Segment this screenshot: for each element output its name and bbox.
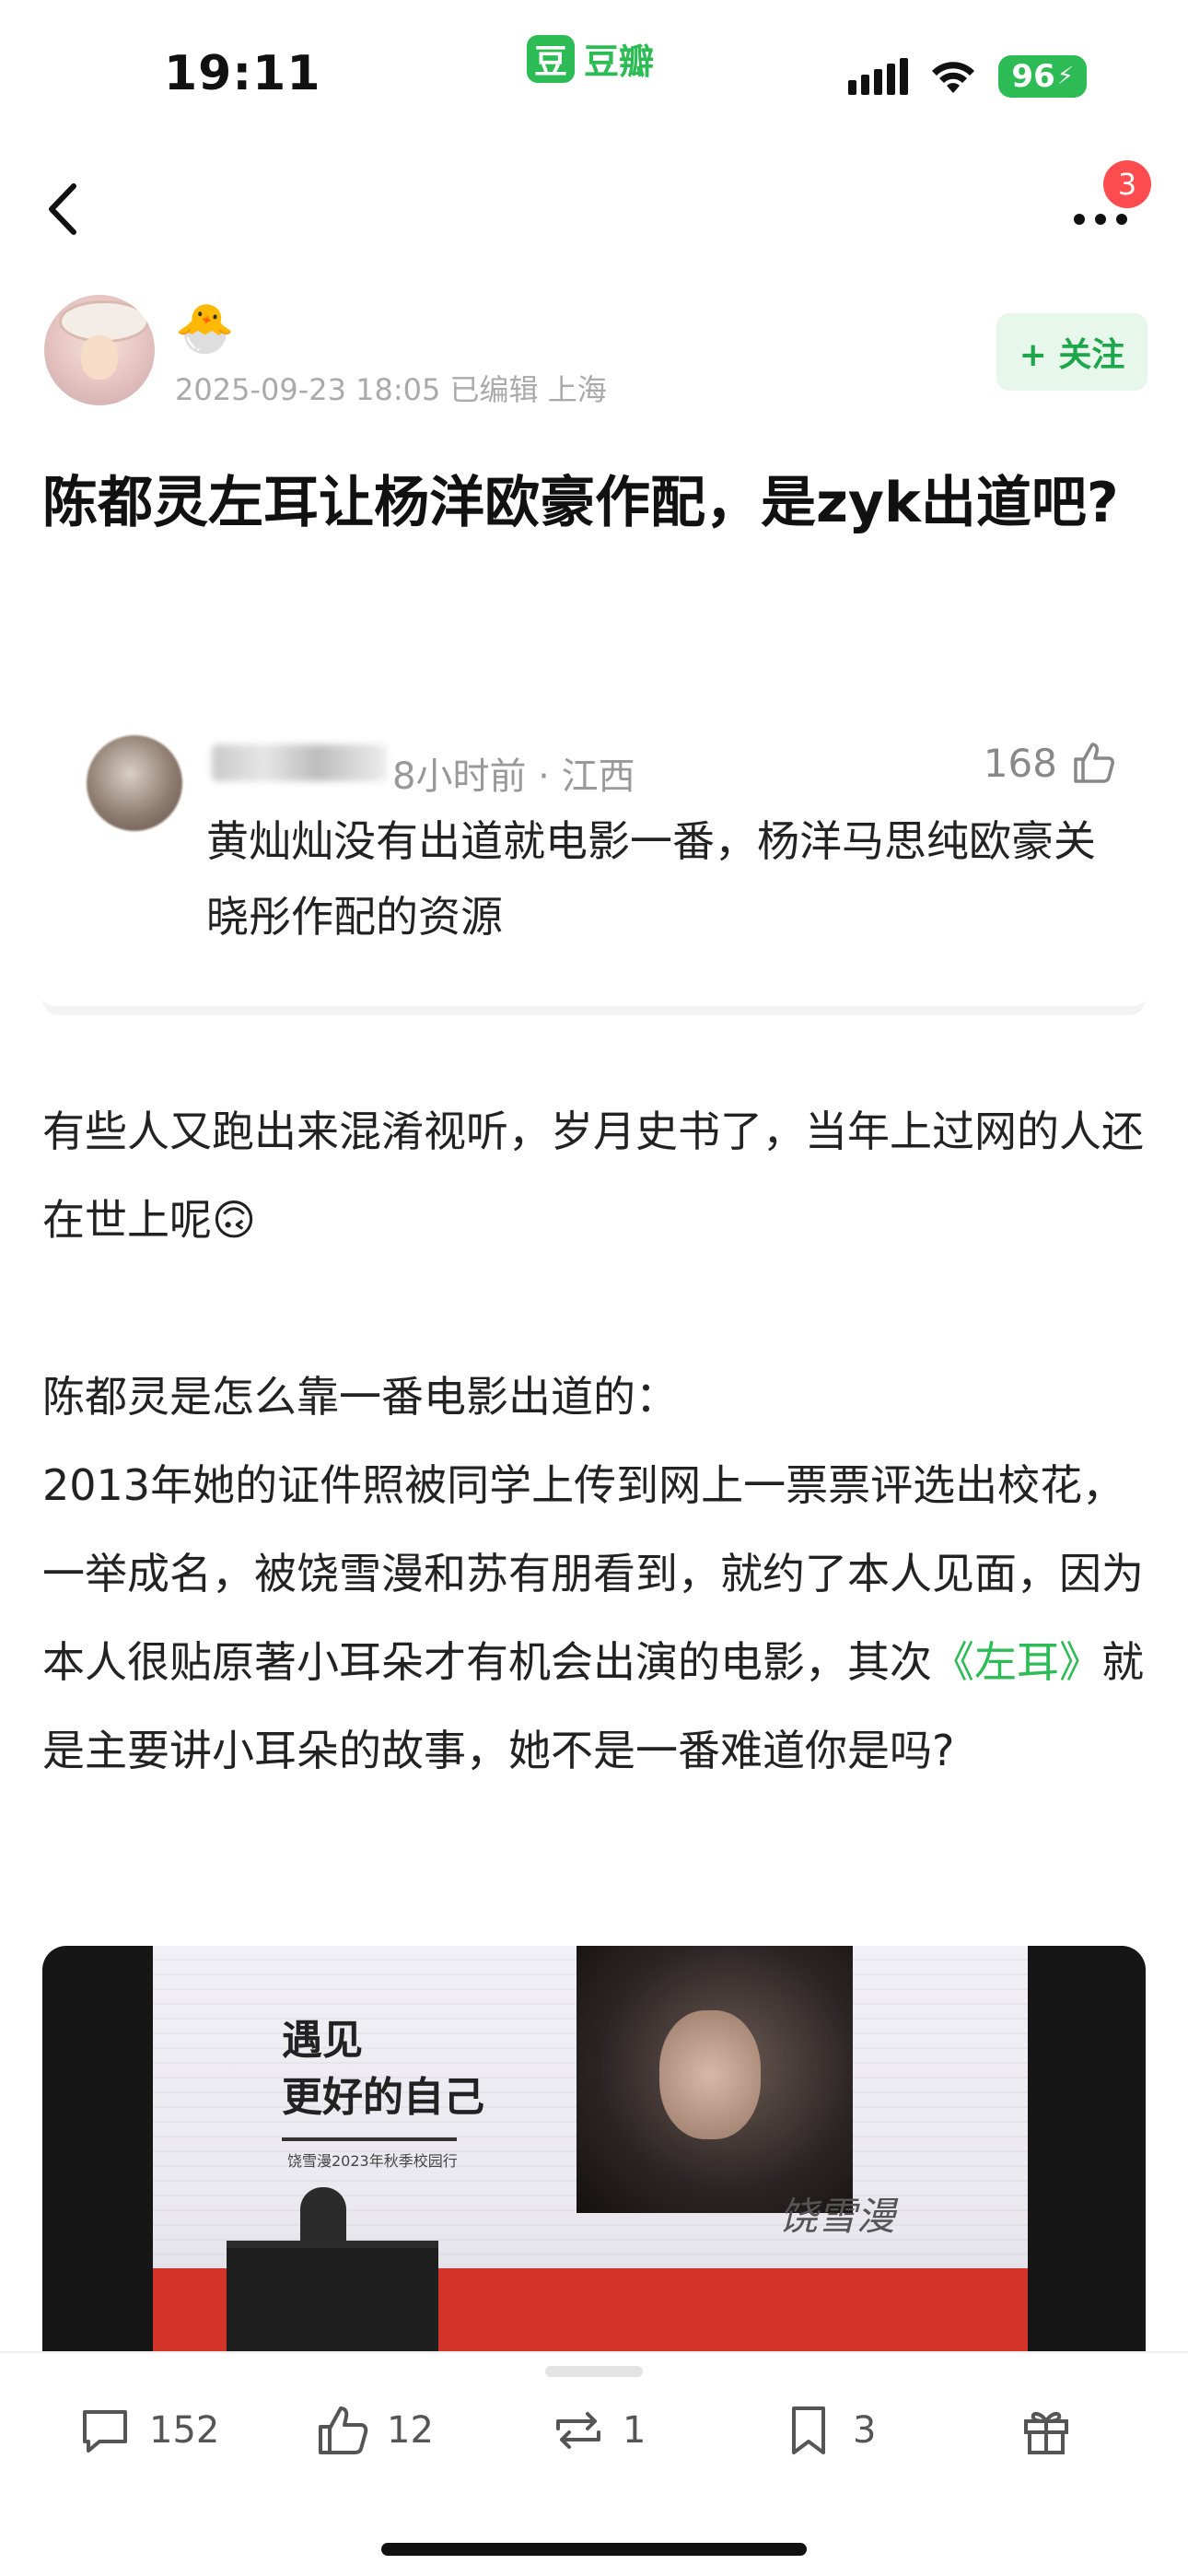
comment-icon xyxy=(83,2410,127,2453)
body-paragraph-2: 2013年她的证件照被同学上传到网上一票票评选出校花，一举成名，被饶雪漫和苏有朋… xyxy=(42,1441,1157,1795)
cellular-signal-icon xyxy=(848,58,909,95)
poster-title: 遇见 更好的自己 xyxy=(282,2012,484,2126)
gift-button[interactable] xyxy=(1017,2401,1076,2460)
author-avatar[interactable] xyxy=(44,295,155,405)
action-row: 152 12 1 3 xyxy=(0,2401,1188,2493)
author-row: 🐣 2025-09-23 18:05 已编辑 上海 + 关注 xyxy=(0,295,1188,415)
quoted-comment-likes: 168 xyxy=(984,739,1118,787)
drag-handle[interactable] xyxy=(545,2366,643,2377)
reshare-count: 1 xyxy=(623,2409,646,2452)
back-arrow-icon[interactable] xyxy=(37,177,92,241)
author-name[interactable]: 🐣 xyxy=(175,300,235,357)
quoted-comment-card[interactable]: 8小时前 · 江西 168 黄灿灿没有出道就电影一番，杨洋马思纯欧豪关晓彤作配的… xyxy=(42,728,1146,1015)
body-paragraph-2-heading: 陈都灵是怎么靠一番电影出道的： xyxy=(42,1372,678,1422)
poster-divider xyxy=(282,2137,457,2141)
comment-count: 152 xyxy=(149,2409,220,2452)
gift-icon xyxy=(1024,2411,1068,2454)
quoted-like-count: 168 xyxy=(983,740,1057,786)
poster-signature: 饶雪漫 xyxy=(779,2194,896,2239)
post-title: 陈都灵左耳让杨洋欧豪作配，是zyk出道吧? xyxy=(42,471,1119,535)
body-paragraph-1: 有些人又跑出来混淆视听，岁月史书了，当年上过网的人还在世上呢🙃 xyxy=(42,1107,1144,1245)
status-app-name: 豆瓣 xyxy=(584,41,655,82)
douban-logo-icon: 豆 xyxy=(527,34,575,83)
collect-count: 3 xyxy=(853,2409,877,2452)
home-indicator[interactable] xyxy=(381,2543,807,2556)
portrait-photo xyxy=(577,1946,853,2213)
movie-link[interactable]: 《左耳》 xyxy=(932,1637,1101,1687)
quoted-user-name-blurred xyxy=(212,744,387,781)
bottom-action-bar: 152 12 1 3 xyxy=(0,2351,1188,2576)
status-bar: 19:11 豆 豆瓣 96 ⚡ xyxy=(0,0,1188,138)
reshare-icon xyxy=(556,2412,600,2449)
poster-subtitle: 饶雪漫2023年秋季校园行 xyxy=(287,2152,458,2170)
post-meta: 2025-09-23 18:05 已编辑 上海 xyxy=(175,372,607,407)
battery-indicator: 96 ⚡ xyxy=(998,55,1087,98)
status-icons: 96 ⚡ xyxy=(848,55,1087,98)
post-image[interactable]: 遇见 更好的自己 饶雪漫2023年秋季校园行 饶雪漫 xyxy=(42,1946,1146,2351)
battery-level: 96 xyxy=(1011,58,1055,95)
bookmark-icon xyxy=(792,2406,825,2454)
top-nav: 3 xyxy=(0,157,1188,258)
wifi-icon xyxy=(932,62,975,93)
follow-button[interactable]: + 关注 xyxy=(996,313,1147,391)
status-time: 19:11 xyxy=(164,46,321,101)
collect-button[interactable]: 3 xyxy=(779,2401,876,2460)
notification-badge: 3 xyxy=(1103,160,1151,208)
poster-title-line1: 遇见 xyxy=(282,2017,363,2064)
like-button[interactable]: 12 xyxy=(313,2401,434,2460)
poster-title-line2: 更好的自己 xyxy=(282,2074,484,2121)
thumbs-up-icon xyxy=(1074,743,1114,783)
status-app-indicator: 豆 豆瓣 xyxy=(527,33,654,84)
post-body: 有些人又跑出来混淆视听，岁月史书了，当年上过网的人还在世上呢🙃 陈都灵是怎么靠一… xyxy=(42,1087,1157,1795)
thumbs-up-icon xyxy=(319,2406,368,2454)
charging-icon: ⚡ xyxy=(1056,63,1074,90)
lecture-desk xyxy=(227,2241,438,2351)
quoted-user-avatar xyxy=(87,735,182,831)
comment-button[interactable]: 152 xyxy=(76,2401,219,2460)
reshare-button[interactable]: 1 xyxy=(549,2401,646,2460)
quoted-comment-meta: 8小时前 · 江西 xyxy=(392,755,635,798)
like-count: 12 xyxy=(387,2409,434,2452)
quoted-comment-text: 黄灿灿没有出道就电影一番，杨洋马思纯欧豪关晓彤作配的资源 xyxy=(206,816,1096,942)
